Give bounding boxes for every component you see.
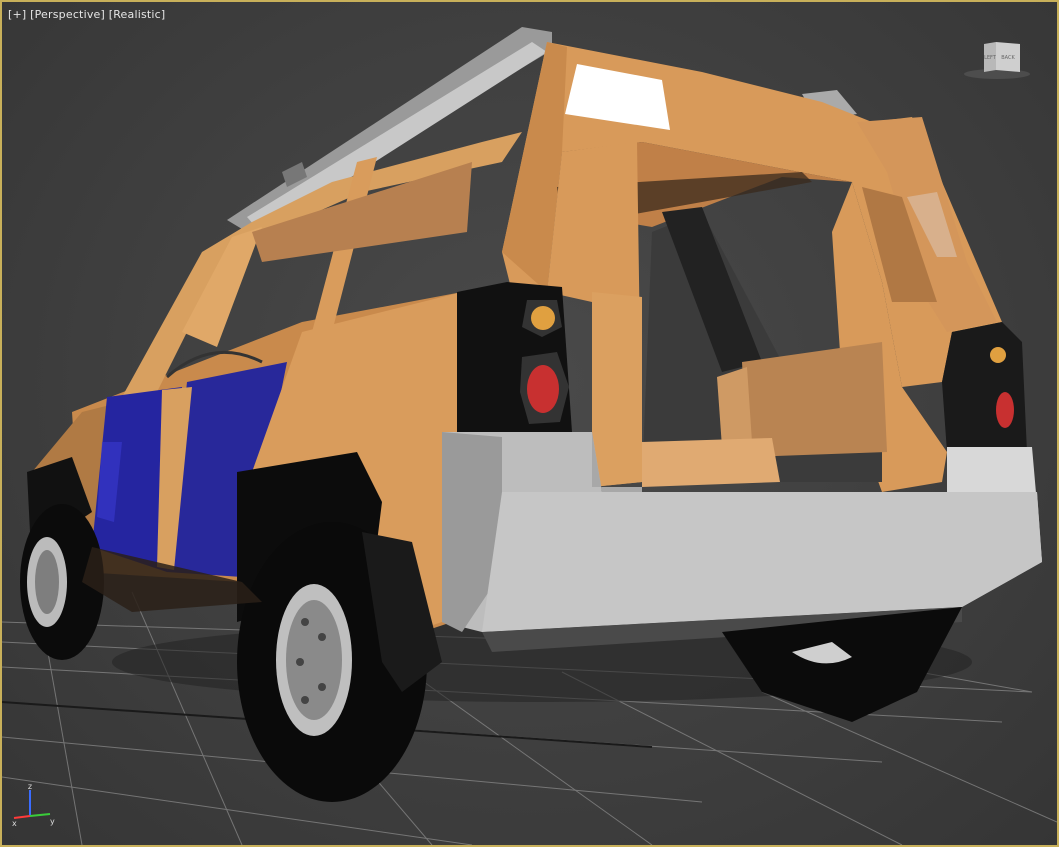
viewport-label: [+] [Perspective] [Realistic]	[8, 8, 165, 21]
y-axis-icon	[29, 813, 51, 817]
viewcube-left-label: LEFT	[984, 55, 997, 61]
x-axis-label: x	[12, 819, 17, 827]
viewcube-compass-ring[interactable]	[964, 69, 1030, 79]
right-brake-light	[996, 392, 1014, 428]
y-axis-label: y	[50, 817, 55, 826]
left-taillight	[457, 282, 572, 432]
viewcube[interactable]: LEFT BACK	[962, 40, 1032, 80]
left-brake-light	[527, 365, 559, 413]
perspective-viewport[interactable]: [+] [Perspective] [Realistic] LEFT BACK …	[0, 0, 1059, 847]
viewport-menu-button[interactable]: [+]	[8, 8, 26, 21]
x-axis-icon	[13, 815, 31, 819]
shading-mode-button[interactable]: [Realistic]	[109, 8, 166, 21]
right-indicator-light	[990, 347, 1006, 363]
left-indicator-light	[531, 306, 555, 330]
viewcube-back-label: BACK	[1001, 55, 1015, 61]
scene-render[interactable]	[2, 2, 1057, 845]
view-mode-button[interactable]: [Perspective]	[30, 8, 105, 21]
z-axis-label: z	[28, 782, 32, 791]
axis-tripod: z x y	[12, 782, 55, 827]
